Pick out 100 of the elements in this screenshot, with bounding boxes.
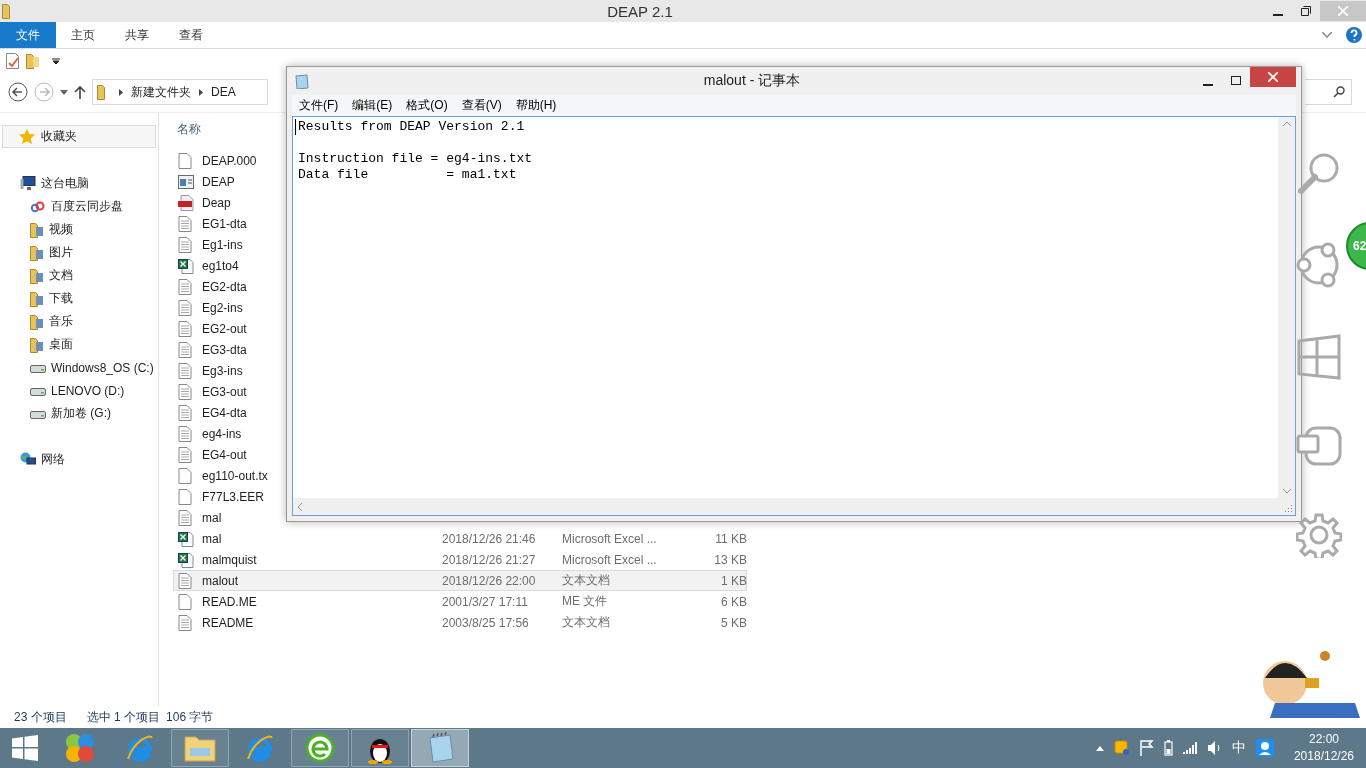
nav-item[interactable]: 文档 [0, 264, 158, 287]
nav-item[interactable]: Windows8_OS (C:) [0, 356, 158, 379]
item-count: 23 个项目 [14, 708, 67, 726]
help-icon[interactable] [1346, 27, 1362, 43]
nav-item[interactable]: 百度云同步盘 [0, 195, 158, 218]
devices-icon[interactable] [1296, 426, 1342, 466]
folder-icon [30, 267, 44, 284]
dropdown-icon[interactable] [60, 89, 68, 95]
file-name: malmquist [202, 552, 258, 567]
file-name: Eg3-ins [202, 363, 244, 378]
search-field[interactable] [1305, 79, 1352, 105]
file-row[interactable]: EG3-dta [173, 339, 283, 360]
file-row[interactable]: EG1-dta [173, 213, 283, 234]
file-row[interactable]: READ.ME 2001/3/27 17:11 ME 文件 6 KB [173, 591, 747, 612]
close-button[interactable] [1250, 67, 1296, 87]
speaker-icon[interactable] [1207, 741, 1222, 755]
cloud-icon [30, 200, 46, 213]
file-row[interactable]: DEAP [173, 171, 283, 192]
flag-icon[interactable] [1139, 740, 1154, 756]
input-method-indicator[interactable]: 中 [1231, 739, 1246, 757]
vertical-scrollbar[interactable] [1278, 117, 1295, 498]
nav-item[interactable]: 下载 [0, 287, 158, 310]
breadcrumb-item[interactable]: DEA [211, 85, 236, 99]
file-row[interactable]: Eg1-ins [173, 234, 283, 255]
file-name: READ.ME [202, 594, 258, 609]
text-file-icon [178, 215, 192, 232]
menu-item[interactable]: 文件(F) [292, 95, 346, 116]
properties-icon[interactable] [6, 52, 20, 69]
type-cell-text: Microsoft Excel ... [562, 531, 658, 546]
file-row[interactable]: mal [173, 507, 283, 528]
colorful-circles-icon [64, 732, 96, 764]
up-arrow-icon[interactable] [74, 85, 86, 99]
show-hidden-icons-icon[interactable] [1095, 745, 1104, 751]
menu-item[interactable]: 查看(V) [454, 95, 509, 116]
battery-icon[interactable] [1163, 740, 1173, 756]
file-row[interactable]: EG3-out [173, 381, 283, 402]
nav-item[interactable]: 图片 [0, 241, 158, 264]
folder-icon [30, 313, 44, 330]
nav-item[interactable]: 网络 [0, 448, 158, 471]
nav-item[interactable]: 视频 [0, 218, 158, 241]
file-row[interactable]: README 2003/8/25 17:56 文本文档 5 KB [173, 612, 747, 633]
spreadsheet-file-icon [178, 257, 194, 274]
file-name: mal [202, 531, 223, 546]
file-row[interactable]: EG2-dta [173, 276, 283, 297]
nav-item[interactable]: 新加卷 (G:) [0, 402, 158, 425]
text-file-icon [178, 236, 192, 253]
file-row[interactable]: DEAP.000 [173, 150, 283, 171]
breadcrumb-item[interactable]: 新建文件夹 [131, 83, 191, 101]
settings-icon[interactable] [1296, 512, 1342, 558]
file-name: eg1to4 [202, 258, 240, 273]
address-bar[interactable]: 新建文件夹 DEA [92, 79, 268, 105]
nav-item[interactable]: 桌面 [0, 333, 158, 356]
file-row[interactable]: EG4-out [173, 444, 283, 465]
ribbon-tab[interactable]: 文件 [0, 22, 56, 48]
file-row[interactable]: eg110-out.tx [173, 465, 283, 486]
signal-icon[interactable] [1182, 742, 1198, 754]
customize-dropdown-icon[interactable] [52, 57, 60, 64]
text-file-icon [178, 299, 192, 316]
file-row[interactable]: Eg2-ins [173, 297, 283, 318]
windows-logo-icon[interactable] [1296, 334, 1342, 380]
new-folder-icon[interactable] [26, 52, 40, 69]
text-file-icon [178, 572, 192, 589]
scroll-left-icon[interactable] [297, 502, 302, 511]
horizontal-scrollbar[interactable] [293, 498, 1278, 515]
scroll-up-icon[interactable] [1282, 121, 1291, 126]
minimize-icon [1273, 14, 1283, 16]
file-row[interactable]: eg4-ins [173, 423, 283, 444]
file-name: F77L3.EER [202, 489, 266, 504]
column-header[interactable]: 名称 [177, 120, 201, 138]
file-row[interactable]: EG4-dta [173, 402, 283, 423]
menu-item[interactable]: 帮助(H) [508, 95, 564, 116]
clock[interactable]: 22:00 2018/12/26 [1293, 731, 1354, 765]
back-icon[interactable] [8, 82, 28, 102]
menu-item[interactable]: 格式(O) [399, 95, 455, 116]
file-row[interactable]: EG2-out [173, 318, 283, 339]
person-icon[interactable] [1255, 739, 1274, 757]
chevron-right-icon[interactable] [119, 88, 123, 96]
file-row[interactable]: malmquist 2018/12/26 21:27 Microsoft Excel ... 13 KB [173, 549, 747, 570]
file-row[interactable]: eg1to4 [173, 255, 283, 276]
taskbar-app-button[interactable] [351, 729, 409, 767]
nav-item[interactable]: LENOVO (D:) [0, 379, 158, 402]
size-cell-text: 1 KB [720, 573, 747, 588]
nav-item[interactable]: 这台电脑 [0, 172, 158, 195]
tray-app-icon[interactable] [1113, 740, 1130, 756]
document-text[interactable]: Results from DEAP Version 2.1 Instruction file = eg4-ins.txt Data file = ma1.txt [298, 119, 533, 183]
file-row[interactable]: mal 2018/12/26 21:46 Microsoft Excel ... 11 KB [173, 528, 747, 549]
nav-item[interactable]: 音乐 [0, 310, 158, 333]
scroll-down-icon[interactable] [1282, 489, 1291, 494]
menu-item[interactable]: 编辑(E) [345, 95, 400, 116]
file-row[interactable]: Deap [173, 192, 283, 213]
ribbon-tab[interactable]: 共享 [110, 22, 164, 48]
file-row[interactable]: F77L3.EER [173, 486, 283, 507]
file-row[interactable]: malout 2018/12/26 22:00 文本文档 1 KB [173, 570, 747, 591]
ribbon-tab[interactable]: 查看 [164, 22, 218, 48]
chevron-right-icon[interactable] [199, 88, 203, 96]
ribbon-tab[interactable]: 主页 [56, 22, 110, 48]
file-row[interactable]: Eg3-ins [173, 360, 283, 381]
favorites-item[interactable]: 收藏夹 [2, 125, 156, 148]
chevron-down-icon[interactable] [1322, 32, 1332, 38]
window-title: DEAP 2.1 [606, 2, 674, 20]
